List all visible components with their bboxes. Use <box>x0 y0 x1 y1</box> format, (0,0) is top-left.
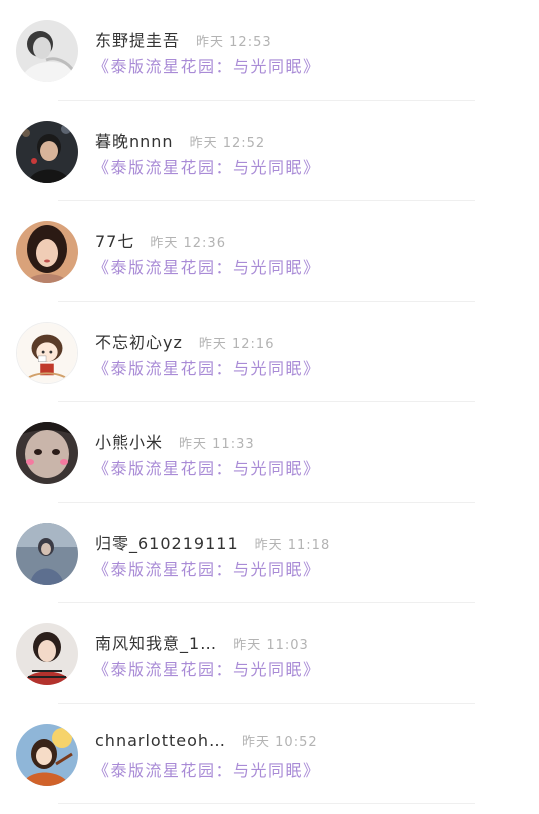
message-time: 昨天 12:53 <box>196 35 272 50</box>
message-time: 昨天 12:52 <box>189 135 266 151</box>
name-line: 不忘初心yz 昨天 12:16 <box>95 329 275 352</box>
name-line: 东野提圭吾 昨天 12:53 <box>95 27 272 50</box>
avatar[interactable] <box>16 522 78 585</box>
message-text: 《泰版流星花园：与光同眠》 <box>93 358 321 378</box>
message-text: 《泰版流星花园：与光同眠》 <box>93 660 321 679</box>
list-item[interactable]: 小熊小米 昨天 11:33 《泰版流星花园：与光同眠》 <box>0 402 539 503</box>
sender-name: 南风知我意_1… <box>95 634 218 653</box>
divider <box>58 803 475 804</box>
message-time: 昨天 11:33 <box>179 437 255 452</box>
avatar[interactable] <box>16 221 78 283</box>
message-text: 《泰版流星花园：与光同眠》 <box>93 157 321 177</box>
sender-name: 小熊小米 <box>95 433 164 452</box>
list-item[interactable]: 归零_610219111 昨天 11:18 《泰版流星花园：与光同眠》 <box>0 503 539 603</box>
sender-name: 不忘初心yz <box>95 332 183 352</box>
avatar[interactable] <box>16 321 78 384</box>
list-item[interactable]: 暮晚nnnn 昨天 12:52 《泰版流星花园：与光同眠》 <box>0 101 539 201</box>
message-time: 昨天 12:36 <box>150 236 226 251</box>
avatar[interactable] <box>16 422 78 484</box>
avatar[interactable] <box>16 623 78 685</box>
message-text: 《泰版流星花园：与光同眠》 <box>93 57 321 76</box>
name-line: 南风知我意_1… 昨天 11:03 <box>95 630 309 653</box>
avatar[interactable] <box>16 723 78 786</box>
list-item[interactable]: 77七 昨天 12:36 《泰版流星花园：与光同眠》 <box>0 201 539 302</box>
name-line: 77七 昨天 12:36 <box>95 228 226 251</box>
message-time: 昨天 11:18 <box>254 537 331 553</box>
name-line: 归零_610219111 昨天 11:18 <box>95 530 331 553</box>
name-line: 暮晚nnnn 昨天 12:52 <box>95 128 266 151</box>
list-item[interactable]: 东野提圭吾 昨天 12:53 《泰版流星花园：与光同眠》 <box>0 0 539 101</box>
message-list: 东野提圭吾 昨天 12:53 《泰版流星花园：与光同眠》 暮晚nnnn 昨天 1… <box>0 0 539 804</box>
sender-name: 归零_610219111 <box>95 533 239 553</box>
sender-name: 77七 <box>95 232 135 251</box>
list-item[interactable]: chnarlotteoh… 昨天 10:52 《泰版流星花园：与光同眠》 <box>0 704 539 804</box>
message-text: 《泰版流星花园：与光同眠》 <box>93 760 321 780</box>
message-time: 昨天 12:16 <box>198 336 275 352</box>
list-item[interactable]: 南风知我意_1… 昨天 11:03 《泰版流星花园：与光同眠》 <box>0 603 539 704</box>
message-text: 《泰版流星花园：与光同眠》 <box>93 459 321 478</box>
sender-name: 东野提圭吾 <box>95 31 181 50</box>
list-item[interactable]: 不忘初心yz 昨天 12:16 《泰版流星花园：与光同眠》 <box>0 302 539 402</box>
sender-name: 暮晚nnnn <box>95 131 174 151</box>
message-time: 昨天 11:03 <box>233 638 309 653</box>
sender-name: chnarlotteoh… <box>95 730 227 750</box>
message-time: 昨天 10:52 <box>242 734 318 750</box>
name-line: 小熊小米 昨天 11:33 <box>95 429 255 452</box>
avatar[interactable] <box>16 20 78 82</box>
message-text: 《泰版流星花园：与光同眠》 <box>93 258 321 277</box>
avatar[interactable] <box>16 120 78 183</box>
message-text: 《泰版流星花园：与光同眠》 <box>93 559 321 579</box>
name-line: chnarlotteoh… 昨天 10:52 <box>95 731 318 753</box>
